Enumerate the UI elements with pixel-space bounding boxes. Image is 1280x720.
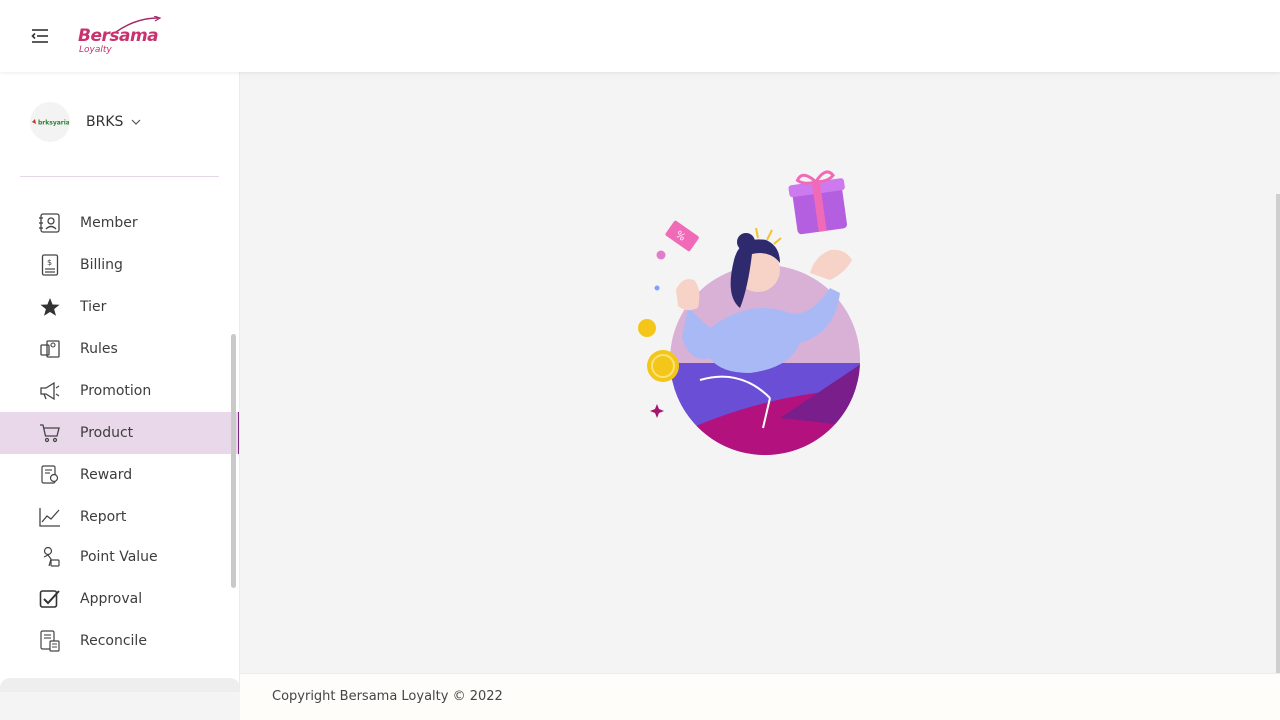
rules-icon xyxy=(38,338,62,360)
chevron-down-icon xyxy=(131,119,141,125)
copyright-text: Copyright Bersama Loyalty © 2022 xyxy=(272,689,503,704)
star-icon xyxy=(38,296,62,318)
sidebar-item-label: Reward xyxy=(80,467,133,483)
brks-logo-icon: brksyariah xyxy=(32,119,69,127)
sidebar-divider xyxy=(20,176,219,177)
chart-line-icon xyxy=(38,506,62,528)
logo-text: Bersama xyxy=(78,26,159,46)
sidebar-item-report[interactable]: Report xyxy=(0,496,239,538)
sidebar-item-member[interactable]: Member xyxy=(0,202,239,244)
sidebar-item-label: Approval xyxy=(80,591,143,607)
svg-text:$: $ xyxy=(47,258,52,267)
sidebar-item-label: Point Value xyxy=(80,549,158,565)
org-avatar: brksyariah xyxy=(30,102,70,142)
brand-logo[interactable]: Bersama Loyalty xyxy=(76,16,166,58)
page-footer: Copyright Bersama Loyalty © 2022 xyxy=(240,673,1280,720)
sidebar-scrollbar[interactable] xyxy=(231,334,236,588)
logo-subtext: Loyalty xyxy=(79,45,112,55)
sidebar-item-promotion[interactable]: Promotion xyxy=(0,370,239,412)
sidebar-item-reconcile[interactable]: Reconcile xyxy=(0,620,239,662)
sidebar-item-label: Member xyxy=(80,215,138,231)
member-card-icon xyxy=(38,212,62,234)
sidebar-item-approval[interactable]: Approval xyxy=(0,578,239,620)
sidebar-item-label: Billing xyxy=(80,257,123,273)
sidebar-item-point-value[interactable]: Point Value xyxy=(0,536,239,578)
sidebar-item-rules[interactable]: Rules xyxy=(0,328,239,370)
reward-icon xyxy=(38,464,62,486)
org-name: BRKS xyxy=(86,114,124,130)
billing-icon: $ xyxy=(38,254,62,276)
sidebar-item-label: Tier xyxy=(80,299,107,315)
sidebar-item-label: Reconcile xyxy=(80,633,147,649)
check-square-icon xyxy=(38,588,62,610)
welcome-illustration: % xyxy=(630,168,870,460)
sidebar-item-tier[interactable]: Tier xyxy=(0,286,239,328)
main-scrollbar[interactable] xyxy=(1276,194,1280,674)
sidebar-item-reward[interactable]: Reward xyxy=(0,454,239,496)
reconcile-icon xyxy=(38,630,62,652)
sidebar: brksyariah BRKS Member $ Billing xyxy=(0,72,240,692)
sidebar-item-label: Promotion xyxy=(80,383,152,399)
sidebar-item-product[interactable]: Product xyxy=(0,412,239,454)
point-value-icon xyxy=(38,546,62,568)
top-header: Bersama Loyalty xyxy=(0,0,1280,72)
svg-text:brksyariah: brksyariah xyxy=(38,120,69,127)
sidebar-item-billing[interactable]: $ Billing xyxy=(0,244,239,286)
partial-menu-icon xyxy=(40,182,60,188)
org-selector[interactable]: brksyariah BRKS xyxy=(30,102,141,142)
sidebar-item-label: Report xyxy=(80,509,127,525)
menu-collapse-icon[interactable] xyxy=(28,24,52,48)
sidebar-item-label: Product xyxy=(80,425,134,441)
megaphone-icon xyxy=(38,380,62,402)
sidebar-item-label: Rules xyxy=(80,341,118,357)
sidebar-bottom-bar xyxy=(0,678,239,692)
cart-icon xyxy=(38,422,62,444)
